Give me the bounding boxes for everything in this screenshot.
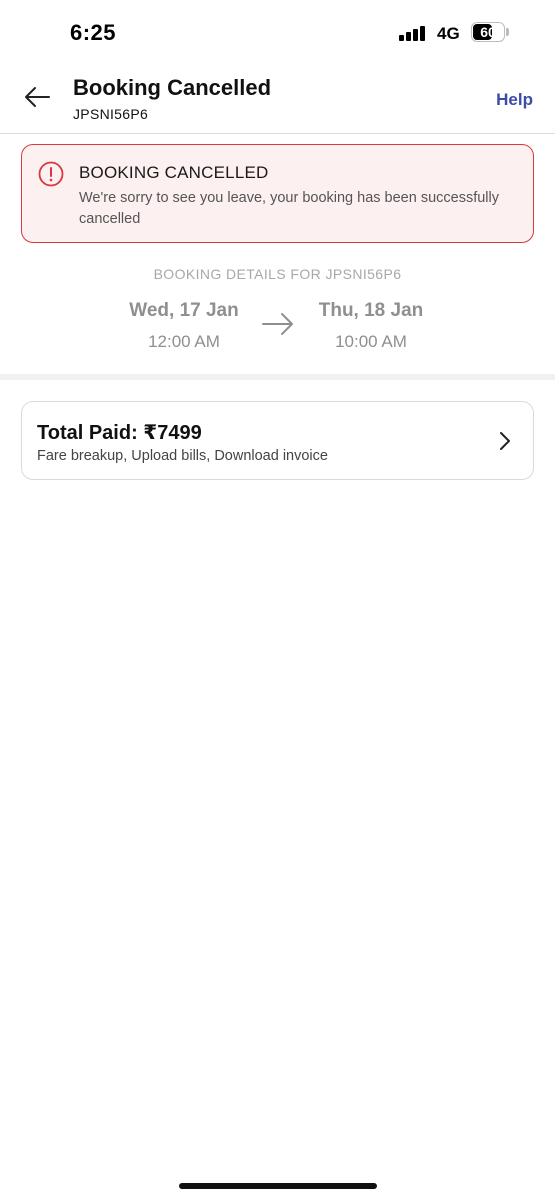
battery-icon: 60 <box>471 22 509 42</box>
arrow-left-icon <box>25 87 50 107</box>
end-date: Thu, 18 Jan <box>318 300 424 321</box>
total-paid-title: Total Paid: ₹7499 <box>37 422 202 444</box>
cellular-signal-icon <box>399 25 429 41</box>
start-date: Wed, 17 Jan <box>129 300 239 321</box>
status-bar: 6:25 4G 60 <box>0 0 555 66</box>
back-button[interactable] <box>20 80 54 114</box>
battery-level: 60 <box>480 24 496 40</box>
top-app-bar: Booking Cancelled JPSNI56P6 Help <box>0 66 555 134</box>
cancellation-alert: BOOKING CANCELLED We're sorry to see you… <box>21 144 534 243</box>
start-time: 12:00 AM <box>148 332 220 351</box>
section-divider <box>0 374 555 380</box>
booking-id: JPSNI56P6 <box>73 106 149 122</box>
network-type: 4G <box>437 24 460 43</box>
booking-details-label: BOOKING DETAILS FOR JPSNI56P6 <box>153 266 402 282</box>
alert-circle-icon <box>38 161 64 187</box>
alert-message: We're sorry to see you leave, your booki… <box>79 190 499 227</box>
status-time: 6:25 <box>70 20 117 45</box>
total-paid-card[interactable]: Total Paid: ₹7499 Fare breakup, Upload b… <box>21 401 534 480</box>
alert-title: BOOKING CANCELLED <box>79 163 269 182</box>
end-datetime: Thu, 18 Jan 10:00 AM <box>291 300 451 352</box>
total-paid-subtitle: Fare breakup, Upload bills, Download inv… <box>37 448 328 464</box>
page-title: Booking Cancelled <box>73 75 272 100</box>
home-indicator[interactable] <box>179 1183 377 1189</box>
start-datetime: Wed, 17 Jan 12:00 AM <box>104 300 264 352</box>
end-time: 10:00 AM <box>335 332 407 351</box>
help-link[interactable]: Help <box>496 90 533 110</box>
chevron-right-icon <box>500 432 510 450</box>
